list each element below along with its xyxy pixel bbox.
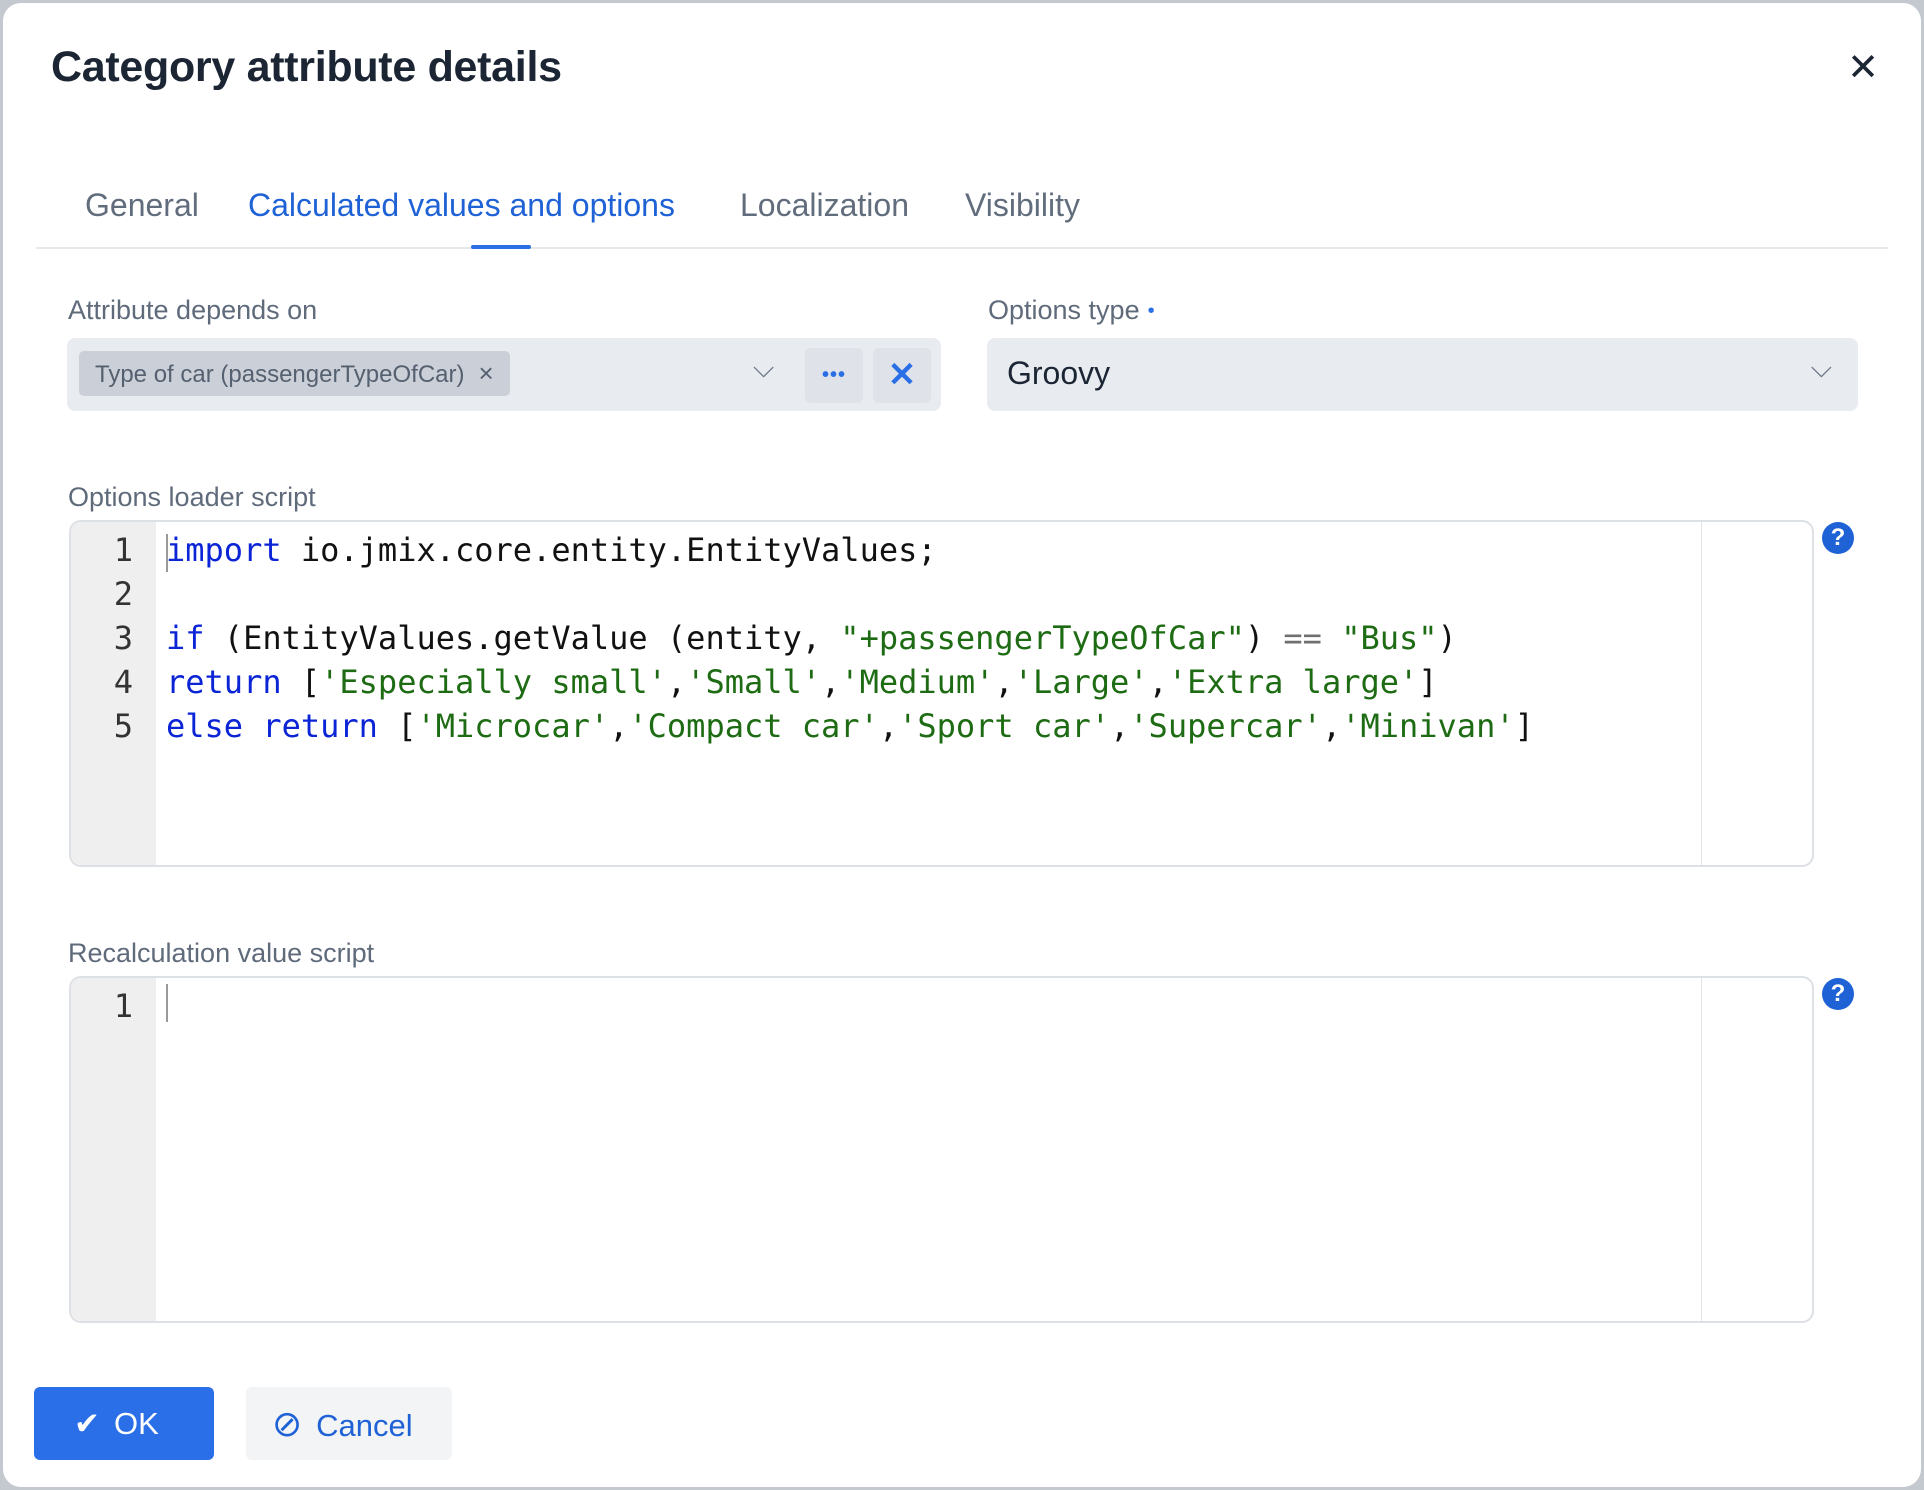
code-token: "+passengerTypeOfCar" [840, 619, 1245, 657]
tab-general[interactable]: General [85, 187, 199, 224]
cancel-label: Cancel [316, 1408, 413, 1443]
help-icon[interactable]: ? [1822, 522, 1854, 554]
line-number: 4 [113, 663, 133, 701]
code-token: 'Microcar' [416, 707, 610, 745]
code-token: ] [1514, 707, 1534, 745]
code-token: 'Compact car' [628, 707, 879, 745]
options-type-select[interactable]: Groovy ⌵ [987, 338, 1858, 411]
chevron-down-icon[interactable]: ⌵ [1811, 352, 1832, 385]
code-token: ] [1418, 663, 1438, 701]
attribute-depends-on-field[interactable]: Type of car (passengerTypeOfCar) × ⌵ ••• … [67, 338, 941, 411]
code-token: ) [1244, 619, 1284, 657]
line-number: 1 [113, 531, 133, 569]
code-token: import [166, 531, 282, 569]
more-options-button[interactable]: ••• [805, 348, 863, 403]
code-token: , [1321, 707, 1342, 745]
ok-label: OK [113, 1406, 159, 1441]
recalculation-script-editor[interactable]: 1 [69, 976, 1814, 1323]
code-lines: 1 [71, 984, 1812, 1028]
code-line: 4 return ['Especially small','Small','Med… [71, 660, 1812, 704]
tab-visibility[interactable]: Visibility [965, 187, 1080, 224]
code-text: import io.jmix.core.entity.EntityValues; [166, 528, 937, 572]
cancel-button[interactable]: ⊘ Cancel [246, 1387, 452, 1460]
code-token: ) [1437, 619, 1457, 657]
code-token: else [166, 707, 244, 745]
options-type-value: Groovy [1007, 355, 1111, 391]
line-number: 3 [113, 619, 133, 657]
code-token: , [1148, 663, 1168, 701]
ok-button[interactable]: ✔ OK [34, 1387, 214, 1460]
code-token: if [166, 619, 205, 657]
print-margin [1701, 978, 1702, 1321]
dialog-title: Category attribute details [51, 43, 562, 91]
code-token: , [878, 707, 899, 745]
required-indicator: • [1147, 300, 1155, 323]
clear-icon: ✕ [887, 356, 917, 394]
options-loader-script-label: Options loader script [68, 482, 316, 512]
code-line: 3 if (EntityValues.getValue (entity, "+pa… [71, 616, 1812, 660]
line-number: 5 [113, 707, 133, 745]
code-token: , [1110, 707, 1130, 745]
code-token: io.jmix.core.entity.EntityValues; [281, 531, 937, 569]
options-type-label-text: Options type [988, 295, 1140, 325]
code-token: 'Sport car' [898, 707, 1111, 745]
tab-calculated-values[interactable]: Calculated values and options [248, 187, 675, 224]
code-token: "Bus" [1341, 619, 1438, 657]
code-token: == [1283, 619, 1322, 657]
code-token: 'Minivan' [1341, 707, 1515, 745]
code-text: else return ['Microcar','Compact car','S… [166, 704, 1534, 748]
code-token: , [666, 663, 687, 701]
more-icon: ••• [821, 364, 846, 386]
code-token: 'Medium' [840, 663, 995, 701]
tab-bar: General Calculated values and options Lo… [36, 183, 1888, 249]
text-cursor [166, 534, 168, 572]
code-token: [ [377, 707, 417, 745]
line-number: 1 [113, 987, 133, 1025]
active-tab-indicator [471, 245, 531, 249]
code-token: , [994, 663, 1014, 701]
close-icon[interactable]: ✕ [1847, 49, 1879, 87]
options-loader-script-editor[interactable]: 1 import io.jmix.core.entity.EntityValues… [69, 520, 1814, 867]
code-line: 5 else return ['Microcar','Compact car','… [71, 704, 1812, 748]
code-text: if (EntityValues.getValue (entity, "+pas… [166, 616, 1457, 660]
code-line: 1 import io.jmix.core.entity.EntityValues… [71, 528, 1812, 572]
code-line: 2 [71, 572, 1812, 616]
code-token: 'Extra large' [1167, 663, 1419, 701]
chip-remove-icon[interactable]: × [479, 358, 494, 388]
code-token: 'Especially small' [320, 663, 667, 701]
tab-localization[interactable]: Localization [740, 187, 909, 224]
line-number: 2 [113, 575, 133, 613]
code-token: , [821, 663, 841, 701]
recalculation-script-label: Recalculation value script [68, 938, 375, 968]
attribute-chip: Type of car (passengerTypeOfCar) × [79, 351, 510, 396]
attribute-depends-on-label: Attribute depends on [68, 295, 318, 325]
code-text: return ['Especially small','Small','Medi… [166, 660, 1438, 704]
cancel-icon: ⊘ [272, 1403, 303, 1444]
category-attribute-dialog: Category attribute details ✕ General Cal… [3, 3, 1921, 1487]
text-cursor [166, 984, 168, 1022]
code-line: 1 [71, 984, 1812, 1028]
chevron-down-icon[interactable]: ⌵ [753, 352, 774, 385]
clear-button[interactable]: ✕ [873, 348, 931, 403]
options-type-label: Options type • [988, 295, 1155, 326]
line-number-gutter [71, 978, 156, 1321]
help-icon[interactable]: ? [1822, 978, 1854, 1010]
code-lines: 1 import io.jmix.core.entity.EntityValues… [71, 528, 1812, 748]
chip-label: Type of car (passengerTypeOfCar) [95, 361, 465, 388]
code-token: return [262, 707, 378, 745]
code-token: [ [281, 663, 321, 701]
code-token: (EntityValues.getValue (entity, [204, 619, 841, 657]
code-token: 'Supercar' [1129, 707, 1322, 745]
code-token: 'Small' [686, 663, 822, 701]
code-token: 'Large' [1013, 663, 1149, 701]
code-token: , [609, 707, 629, 745]
checkmark-icon: ✔ [74, 1406, 100, 1441]
code-token: return [166, 663, 282, 701]
